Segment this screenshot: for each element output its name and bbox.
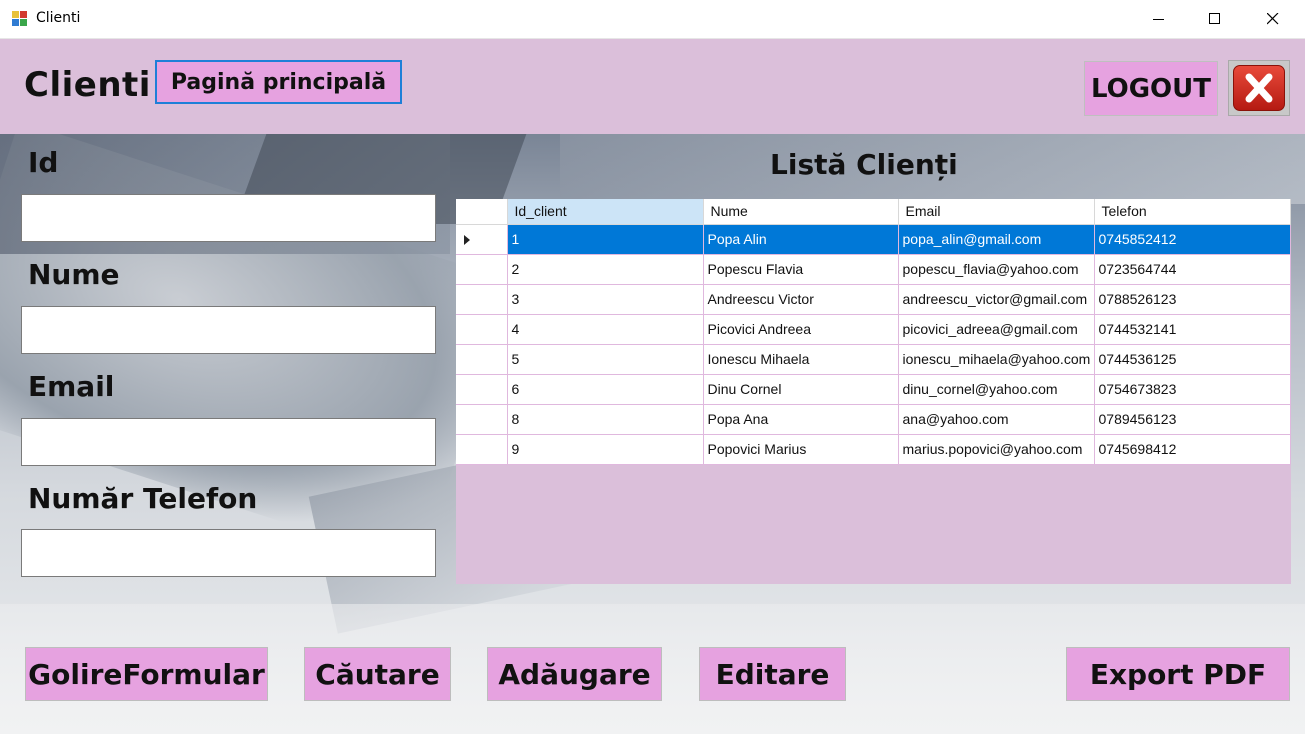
edit-button[interactable]: Editare xyxy=(699,647,846,701)
cell-phone[interactable]: 0745698412 xyxy=(1094,434,1291,465)
window-titlebar: Clienti xyxy=(0,0,1305,39)
cell-email[interactable]: ana@yahoo.com xyxy=(898,404,1095,435)
row-header[interactable] xyxy=(456,374,508,405)
cell-email[interactable]: popescu_flavia@yahoo.com xyxy=(898,254,1095,285)
cell-email[interactable]: marius.popovici@yahoo.com xyxy=(898,434,1095,465)
cell-id[interactable]: 5 xyxy=(507,344,704,375)
cell-name[interactable]: Popovici Marius xyxy=(703,434,899,465)
exit-button[interactable] xyxy=(1228,60,1290,116)
cell-phone[interactable]: 0788526123 xyxy=(1094,284,1291,315)
cell-id[interactable]: 3 xyxy=(507,284,704,315)
table-row[interactable]: 4 Picovici Andreea picovici_adreea@gmail.c… xyxy=(456,314,1291,345)
name-field[interactable] xyxy=(21,306,436,354)
column-header-email[interactable]: Email xyxy=(898,199,1095,225)
add-button[interactable]: Adăugare xyxy=(487,647,662,701)
export-pdf-button[interactable]: Export PDF xyxy=(1066,647,1290,701)
cell-id[interactable]: 4 xyxy=(507,314,704,345)
row-header[interactable] xyxy=(456,224,508,255)
maximize-icon xyxy=(1209,13,1220,24)
cell-name[interactable]: Ionescu Mihaela xyxy=(703,344,899,375)
cell-name[interactable]: Popescu Flavia xyxy=(703,254,899,285)
cell-name[interactable]: Popa Ana xyxy=(703,404,899,435)
row-header[interactable] xyxy=(456,284,508,315)
cell-email[interactable]: andreescu_victor@gmail.com xyxy=(898,284,1095,315)
cell-id[interactable]: 8 xyxy=(507,404,704,435)
row-header[interactable] xyxy=(456,404,508,435)
cell-email[interactable]: picovici_adreea@gmail.com xyxy=(898,314,1095,345)
email-field[interactable] xyxy=(21,418,436,466)
cell-phone[interactable]: 0745852412 xyxy=(1094,224,1291,255)
grid-corner-cell[interactable] xyxy=(456,199,508,225)
header-bar: Clienti Pagină principală LOGOUT xyxy=(0,39,1305,134)
table-row[interactable]: 9 Popovici Marius marius.popovici@yahoo.co… xyxy=(456,434,1291,465)
row-header[interactable] xyxy=(456,344,508,375)
table-row[interactable]: 2 Popescu Flavia popescu_flavia@yahoo.com 0… xyxy=(456,254,1291,285)
window-close-button[interactable] xyxy=(1245,0,1303,38)
cell-phone[interactable]: 0754673823 xyxy=(1094,374,1291,405)
cell-email[interactable]: ionescu_mihaela@yahoo.com xyxy=(898,344,1095,375)
cell-id[interactable]: 9 xyxy=(507,434,704,465)
cell-name[interactable]: Popa Alin xyxy=(703,224,899,255)
id-label: Id xyxy=(28,146,59,179)
table-row[interactable]: 3 Andreescu Victor andreescu_victor@gmail.… xyxy=(456,284,1291,315)
id-field[interactable] xyxy=(21,194,436,242)
column-header-id[interactable]: Id_client xyxy=(507,199,704,225)
table-row[interactable]: 8 Popa Ana ana@yahoo.com 0789456123 xyxy=(456,404,1291,435)
table-row[interactable]: 6 Dinu Cornel dinu_cornel@yahoo.com 0754673… xyxy=(456,374,1291,405)
cell-phone[interactable]: 0723564744 xyxy=(1094,254,1291,285)
cell-name[interactable]: Dinu Cornel xyxy=(703,374,899,405)
home-page-button[interactable]: Pagină principală xyxy=(155,60,402,104)
page-title: Clienti xyxy=(24,65,151,105)
window-title: Clienti xyxy=(36,10,81,26)
row-header[interactable] xyxy=(456,314,508,345)
table-row[interactable]: 5 Ionescu Mihaela ionescu_mihaela@yahoo.co… xyxy=(456,344,1291,375)
name-label: Nume xyxy=(28,258,120,291)
minimize-button[interactable] xyxy=(1131,0,1189,38)
email-label: Email xyxy=(28,370,115,403)
x-close-icon xyxy=(1245,73,1273,103)
grid-header-row: Id_client Nume Email Telefon xyxy=(456,199,1291,225)
row-header[interactable] xyxy=(456,254,508,285)
cell-email[interactable]: popa_alin@gmail.com xyxy=(898,224,1095,255)
column-header-phone[interactable]: Telefon xyxy=(1094,199,1291,225)
cell-email[interactable]: dinu_cornel@yahoo.com xyxy=(898,374,1095,405)
maximize-button[interactable] xyxy=(1187,0,1245,38)
cell-id[interactable]: 6 xyxy=(507,374,704,405)
clients-grid[interactable]: Id_client Nume Email Telefon 1 Popa Alin p… xyxy=(456,199,1291,584)
grid-title: Listă Clienți xyxy=(770,148,958,181)
minimize-icon xyxy=(1153,19,1164,20)
phone-field[interactable] xyxy=(21,529,436,577)
exit-icon-background xyxy=(1233,65,1285,111)
phone-label: Număr Telefon xyxy=(28,482,258,515)
cell-phone[interactable]: 0744532141 xyxy=(1094,314,1291,345)
cell-id[interactable]: 1 xyxy=(507,224,704,255)
app-icon xyxy=(12,11,28,27)
current-row-arrow-icon xyxy=(464,234,470,245)
cell-phone[interactable]: 0789456123 xyxy=(1094,404,1291,435)
cell-id[interactable]: 2 xyxy=(507,254,704,285)
search-button[interactable]: Căutare xyxy=(304,647,451,701)
cell-name[interactable]: Picovici Andreea xyxy=(703,314,899,345)
cell-phone[interactable]: 0744536125 xyxy=(1094,344,1291,375)
cell-name[interactable]: Andreescu Victor xyxy=(703,284,899,315)
clear-form-button[interactable]: GolireFormular xyxy=(25,647,268,701)
close-icon xyxy=(1267,13,1279,25)
table-row[interactable]: 1 Popa Alin popa_alin@gmail.com 0745852412 xyxy=(456,224,1291,255)
column-header-name[interactable]: Nume xyxy=(703,199,899,225)
row-header[interactable] xyxy=(456,434,508,465)
logout-button[interactable]: LOGOUT xyxy=(1084,61,1218,116)
